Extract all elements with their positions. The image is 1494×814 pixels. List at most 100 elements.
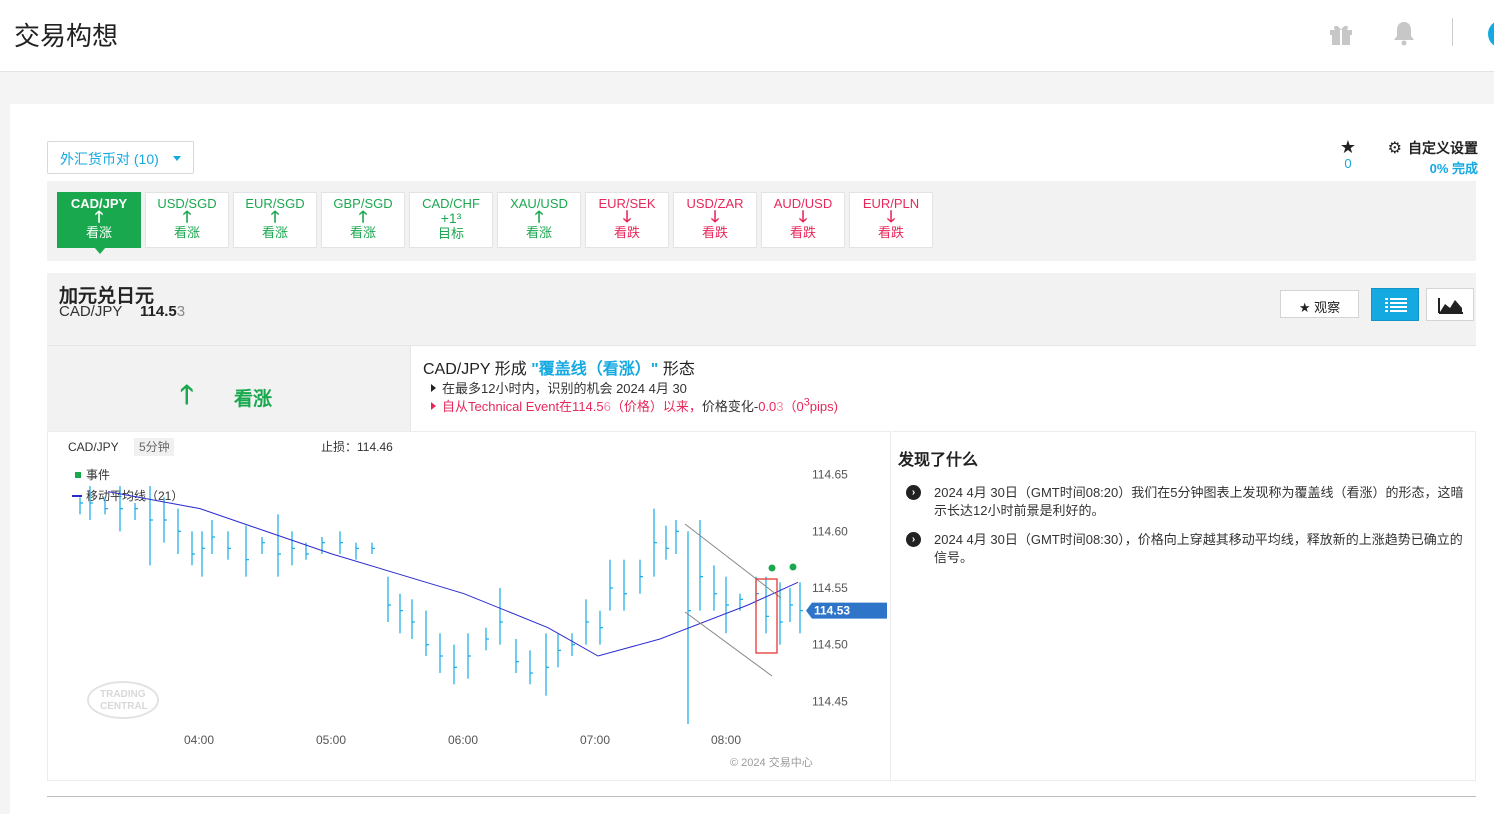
findings-title: 发现了什么 xyxy=(898,452,979,469)
trade-ideas-card: 外汇货币对 (10) ★ 0 ⚙ 自定义设置 0% 完成 CAD/JPY 🡑 看涨 US… xyxy=(10,104,1494,814)
y-tick-label: 114.45 xyxy=(812,694,848,708)
current-price-label: 114.53 xyxy=(814,604,850,618)
top-bar: 交易构想 xyxy=(0,0,1494,72)
arrow-down-icon: 🡓 xyxy=(622,209,632,226)
price-chart: CAD/JPY 5分钟 止损：114.46 事件移动平均线（21） TRADING CEN… xyxy=(47,431,891,781)
pattern-detail-2: 自从Technical Event在114.56（价格）以来，价格变化-0.03… xyxy=(431,396,838,415)
instrument-tabs: CAD/JPY 🡑 看涨 USD/SGD 🡑 看涨 EUR/SGD 🡑 看涨 GBP/SGD 🡑 看涨… xyxy=(47,181,1476,261)
plot-area xyxy=(70,436,804,724)
gear-icon: ⚙ xyxy=(1387,140,1402,157)
arrow-down-icon: 🡓 xyxy=(710,209,720,226)
currency-filter-dropdown[interactable]: 外汇货币对 (10) xyxy=(47,141,194,174)
instrument-header: 加元兑日元 CAD/JPY 114.53 ★ 观察 xyxy=(47,273,1476,345)
avatar[interactable] xyxy=(1488,20,1494,48)
tab-direction: 看涨 xyxy=(525,225,552,240)
event-marker xyxy=(768,564,776,572)
instrument-price: 114.53 xyxy=(140,303,186,320)
chevron-right-icon: › xyxy=(906,532,921,547)
y-tick-label: 114.60 xyxy=(812,524,848,538)
tab-direction: 看涨 xyxy=(349,225,376,240)
watchlist-count: 0 xyxy=(1344,156,1352,171)
pattern-panel: CAD/JPY 形成 "覆盖线（看涨）" 形态 在最多12小时内，识别的机会 2… xyxy=(410,345,1476,431)
finding-item: › 2024 4月 30日（GMT时间08:30），价格向上穿越其移动平均线，释放… xyxy=(906,531,1472,567)
event-marker xyxy=(789,563,797,571)
watchlist-counter[interactable]: ★ 0 xyxy=(1336,138,1360,171)
tab-cad-jpy[interactable]: CAD/JPY 🡑 看涨 xyxy=(57,192,141,254)
tab-direction: 看跌 xyxy=(877,225,904,240)
y-tick-label: 114.55 xyxy=(812,581,848,595)
tab-direction: 看跌 xyxy=(789,225,816,240)
bell-icon[interactable] xyxy=(1392,20,1416,46)
x-tick-label: 07:00 xyxy=(580,733,610,747)
watermark-text: TRADING xyxy=(100,689,146,700)
tab-usd-zar[interactable]: USD/ZAR 🡓 看跌 xyxy=(673,192,757,248)
arrow-down-icon: 🡓 xyxy=(798,209,808,226)
chevron-right-icon: › xyxy=(906,485,921,500)
dropdown-label: 外汇货币对 (10) xyxy=(60,151,159,167)
tab-direction: 看涨 xyxy=(173,225,200,240)
legend-ma-swatch xyxy=(72,495,82,497)
tab-direction: 看跌 xyxy=(701,225,728,240)
arrow-up-icon: 🡑 xyxy=(94,209,104,226)
tab-xau-usd[interactable]: XAU/USD 🡑 看涨 xyxy=(497,192,581,248)
top-divider xyxy=(1452,18,1453,46)
chart-view-button[interactable] xyxy=(1426,288,1474,321)
legend-event: 事件 xyxy=(86,468,110,482)
tab-aud-usd[interactable]: AUD/USD 🡓 看跌 xyxy=(761,192,845,248)
tab-gbp-sgd[interactable]: GBP/SGD 🡑 看涨 xyxy=(321,192,405,248)
arrow-up-icon: 🡑 xyxy=(358,209,368,226)
custom-settings[interactable]: ⚙ 自定义设置 0% 完成 xyxy=(1376,138,1478,177)
legend-event-swatch xyxy=(75,472,81,478)
chart-svg: CAD/JPY 5分钟 止损：114.46 事件移动平均线（21） TRADINGCEN… xyxy=(68,436,887,769)
findings-panel: 发现了什么 › 2024 4月 30日（GMT时间08:20）我们在5分钟图表上发… xyxy=(892,431,1476,781)
verdict-label: 看涨 xyxy=(234,389,273,410)
x-tick-label: 06:00 xyxy=(448,733,478,747)
pattern-title: CAD/JPY 形成 "覆盖线（看涨）" 形态 xyxy=(423,361,695,378)
stop-loss-label: 止损：114.46 xyxy=(321,440,393,454)
tab-symbol: CAD/CHF xyxy=(422,196,480,211)
x-tick-label: 08:00 xyxy=(711,733,741,747)
area-chart-icon xyxy=(1438,298,1463,314)
tab-usd-sgd[interactable]: USD/SGD 🡑 看涨 xyxy=(145,192,229,248)
settings-label: 自定义设置 xyxy=(1408,140,1478,156)
tab-direction: 看涨 xyxy=(85,225,112,240)
star-icon: ★ xyxy=(1298,300,1311,315)
chart-timeframe: 5分钟 xyxy=(139,439,170,454)
star-icon: ★ xyxy=(1339,137,1357,157)
target-value: +1³ xyxy=(440,210,462,226)
tab-eur-sgd[interactable]: EUR/SGD 🡑 看涨 xyxy=(233,192,317,248)
bottom-divider xyxy=(47,796,1476,797)
arrow-down-icon: 🡓 xyxy=(886,209,896,226)
settings-progress: 0% 完成 xyxy=(1429,161,1478,176)
verdict-panel: 🡑 看涨 xyxy=(47,345,410,431)
chart-copyright: © 2024 交易中心 xyxy=(730,755,813,769)
tab-direction: 看涨 xyxy=(261,225,288,240)
x-tick-label: 04:00 xyxy=(184,733,214,747)
finding-item: › 2024 4月 30日（GMT时间08:20）我们在5分钟图表上发现称为覆盖线… xyxy=(906,484,1472,520)
list-view-button[interactable] xyxy=(1371,288,1419,321)
page-title: 交易构想 xyxy=(14,21,119,51)
instrument-symbol: CAD/JPY xyxy=(59,303,123,320)
tab-eur-pln[interactable]: EUR/PLN 🡓 看跌 xyxy=(849,192,933,248)
tab-direction: 看跌 xyxy=(613,225,640,240)
arrow-up-icon: 🡑 xyxy=(534,209,544,226)
y-tick-label: 114.50 xyxy=(812,638,848,652)
y-tick-label: 114.65 xyxy=(812,468,848,482)
triangle-right-icon xyxy=(431,402,436,410)
arrow-up-icon: 🡑 xyxy=(270,209,280,226)
pattern-detail-1: 在最多12小时内，识别的机会 2024 4月 30 xyxy=(431,378,687,397)
chart-symbol: CAD/JPY xyxy=(68,440,119,454)
tab-cad-chf[interactable]: CAD/CHF +1³ 目标 xyxy=(409,192,493,248)
tab-eur-sek[interactable]: EUR/SEK 🡓 看跌 xyxy=(585,192,669,248)
gift-icon[interactable] xyxy=(1328,22,1354,46)
tab-direction: 目标 xyxy=(437,226,464,241)
watch-button[interactable]: ★ 观察 xyxy=(1280,290,1359,318)
arrow-up-icon: 🡑 xyxy=(180,379,194,409)
list-icon xyxy=(1385,298,1407,312)
arrow-up-icon: 🡑 xyxy=(182,209,192,226)
x-tick-label: 05:00 xyxy=(316,733,346,747)
watermark-text: CENTRAL xyxy=(100,701,148,712)
legend-ma: 移动平均线（21） xyxy=(86,489,183,503)
triangle-right-icon xyxy=(431,384,436,392)
caret-down-icon xyxy=(173,156,181,161)
